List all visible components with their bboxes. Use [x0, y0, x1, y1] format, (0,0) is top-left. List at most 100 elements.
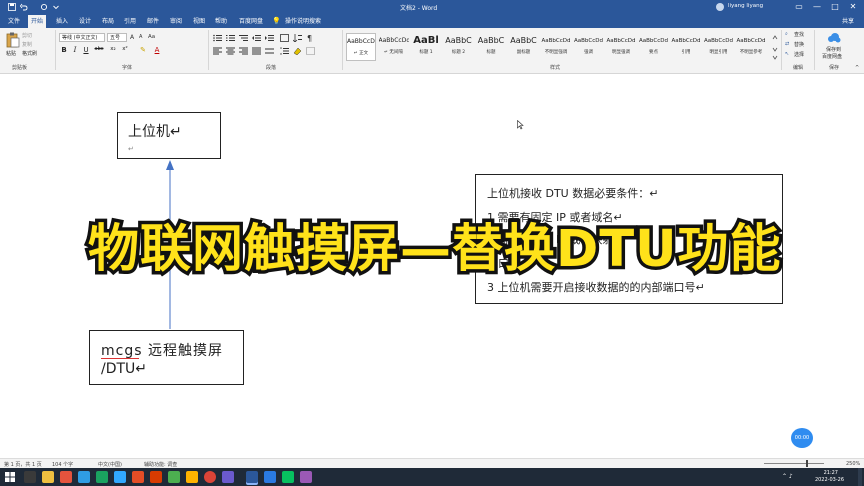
tell-me-search[interactable]: 操作说明搜索 — [282, 15, 324, 28]
grow-font-button[interactable]: A — [130, 34, 134, 41]
superscript-button[interactable]: x² — [120, 46, 130, 52]
find-button[interactable]: 查找 — [794, 31, 804, 38]
style-item[interactable]: AaBbC 标题 2 — [444, 33, 474, 61]
align-left-icon[interactable] — [213, 47, 222, 55]
user-name[interactable]: liyang liyang — [728, 3, 763, 9]
bullets-icon[interactable] — [213, 34, 222, 42]
borders-icon[interactable] — [306, 47, 315, 55]
ribbon-display-options-icon[interactable]: ▭ — [792, 1, 806, 13]
app-icon[interactable] — [60, 471, 72, 483]
decrease-indent-icon[interactable] — [252, 34, 261, 42]
tab-baidu-netdisk[interactable]: 百度网盘 — [236, 15, 266, 28]
style-item[interactable]: AaBbCcDd 要点 — [639, 33, 669, 61]
align-center-icon[interactable] — [226, 47, 235, 55]
paste-icon[interactable] — [6, 32, 20, 48]
close-button[interactable]: ✕ — [846, 1, 860, 13]
app-icon[interactable] — [186, 471, 198, 483]
font-color-button[interactable]: A — [152, 46, 162, 54]
maximize-button[interactable]: □ — [828, 1, 842, 13]
style-item[interactable]: AaBbCcDd 强调 — [574, 33, 604, 61]
style-item[interactable]: AaBbCcDd 明显引用 — [704, 33, 734, 61]
search-taskbar-icon[interactable] — [24, 471, 36, 483]
tab-help[interactable]: 帮助 — [212, 15, 230, 28]
style-item[interactable]: AaBbC 副标题 — [509, 33, 539, 61]
subscript-button[interactable]: x₂ — [108, 46, 118, 52]
tab-layout[interactable]: 布局 — [99, 15, 117, 28]
app-icon[interactable] — [168, 471, 180, 483]
copy-button[interactable]: 复制 — [22, 41, 32, 48]
collapse-ribbon-icon[interactable]: ^ — [855, 65, 859, 71]
bold-button[interactable]: B — [59, 46, 69, 54]
tray-icons[interactable]: ⌃ ♪ — [782, 473, 793, 480]
language-status[interactable]: 中文(中国) — [98, 461, 122, 468]
textbox-mcgs[interactable]: mcgs 远程触摸屏 /DTU↵ — [89, 330, 244, 385]
undo-icon[interactable] — [20, 3, 28, 11]
app-icon[interactable] — [264, 471, 276, 483]
show-marks-icon[interactable]: ¶ — [306, 34, 315, 42]
minimize-button[interactable]: — — [810, 1, 824, 13]
app-icon[interactable] — [78, 471, 90, 483]
recording-timer-badge[interactable]: 00:00 — [791, 428, 813, 448]
align-right-icon[interactable] — [239, 47, 248, 55]
highlight-color-button[interactable]: ✎ — [138, 46, 148, 54]
select-button[interactable]: 选择 — [794, 51, 804, 58]
tab-design[interactable]: 设计 — [76, 15, 94, 28]
share-button[interactable]: 共享 — [842, 16, 854, 25]
replace-button[interactable]: 替换 — [794, 41, 804, 48]
sort-icon[interactable] — [293, 34, 302, 42]
style-item[interactable]: AaBbCcDd 不明显强调 — [541, 33, 571, 61]
wechat-icon[interactable] — [282, 471, 294, 483]
underline-button[interactable]: U — [81, 46, 91, 54]
save-to-baidu-button-line2[interactable]: 百度网盘 — [822, 53, 842, 60]
increase-indent-icon[interactable] — [265, 34, 274, 42]
style-item[interactable]: AaBbCcDd ↵ 无间隔 — [379, 33, 409, 61]
justify-icon[interactable] — [252, 47, 261, 55]
change-case-button[interactable]: Aa — [148, 34, 155, 40]
tab-review[interactable]: 审阅 — [167, 15, 185, 28]
zoom-slider[interactable] — [764, 463, 824, 464]
style-item[interactable]: AaBbC 标题 — [476, 33, 506, 61]
tab-view[interactable]: 视图 — [190, 15, 208, 28]
styles-scroll-icon[interactable] — [772, 34, 778, 60]
italic-button[interactable]: I — [70, 46, 80, 54]
tab-mailings[interactable]: 邮件 — [144, 15, 162, 28]
format-painter-button[interactable]: 格式刷 — [22, 50, 37, 57]
file-explorer-icon[interactable] — [42, 471, 54, 483]
save-icon[interactable] — [8, 3, 16, 11]
style-item[interactable]: AaBl 标题 1 — [411, 33, 441, 61]
multilevel-list-icon[interactable] — [239, 34, 248, 42]
user-avatar[interactable] — [716, 3, 724, 11]
chrome-icon[interactable] — [204, 471, 216, 483]
style-item[interactable]: AaBbCcDd ↵ 正文 — [346, 33, 376, 61]
font-size-select[interactable]: 五号 — [107, 33, 127, 42]
zoom-level[interactable]: 250% — [846, 461, 860, 467]
windows-start-icon[interactable] — [4, 471, 16, 483]
style-item[interactable]: AaBbCcDd 明显强调 — [606, 33, 636, 61]
tab-home[interactable]: 开始 — [28, 15, 47, 28]
style-item[interactable]: AaBbCcDd 不明显参考 — [736, 33, 766, 61]
line-spacing-icon[interactable] — [280, 47, 289, 55]
cut-button[interactable]: 剪切 — [22, 32, 32, 39]
show-desktop-button[interactable] — [858, 468, 862, 486]
baidu-cloud-icon[interactable] — [827, 32, 841, 44]
photoshop-icon[interactable] — [114, 471, 126, 483]
tab-references[interactable]: 引用 — [121, 15, 139, 28]
shading-icon[interactable] — [293, 47, 302, 55]
paste-button[interactable]: 粘贴 — [6, 50, 16, 57]
app-icon[interactable] — [222, 471, 234, 483]
clock-time[interactable]: 21:27 — [824, 470, 838, 476]
customize-quick-access-icon[interactable] — [52, 3, 60, 11]
style-item[interactable]: AaBbCcDd 引用 — [671, 33, 701, 61]
shrink-font-button[interactable]: A — [139, 34, 142, 40]
redo-icon[interactable] — [40, 3, 48, 11]
save-to-baidu-button[interactable]: 保存到 — [826, 46, 841, 53]
distributed-icon[interactable] — [265, 47, 274, 55]
accessibility-status[interactable]: 辅助功能: 调查 — [144, 461, 177, 468]
strikethrough-button[interactable]: abc — [94, 46, 104, 52]
zoom-slider-thumb[interactable] — [806, 460, 808, 467]
page-count[interactable]: 第 1 页，共 1 页 — [4, 461, 42, 468]
word-count[interactable]: 104 个字 — [52, 461, 73, 468]
numbering-icon[interactable] — [226, 34, 235, 42]
app-icon[interactable] — [132, 471, 144, 483]
asian-layout-icon[interactable] — [280, 34, 289, 42]
